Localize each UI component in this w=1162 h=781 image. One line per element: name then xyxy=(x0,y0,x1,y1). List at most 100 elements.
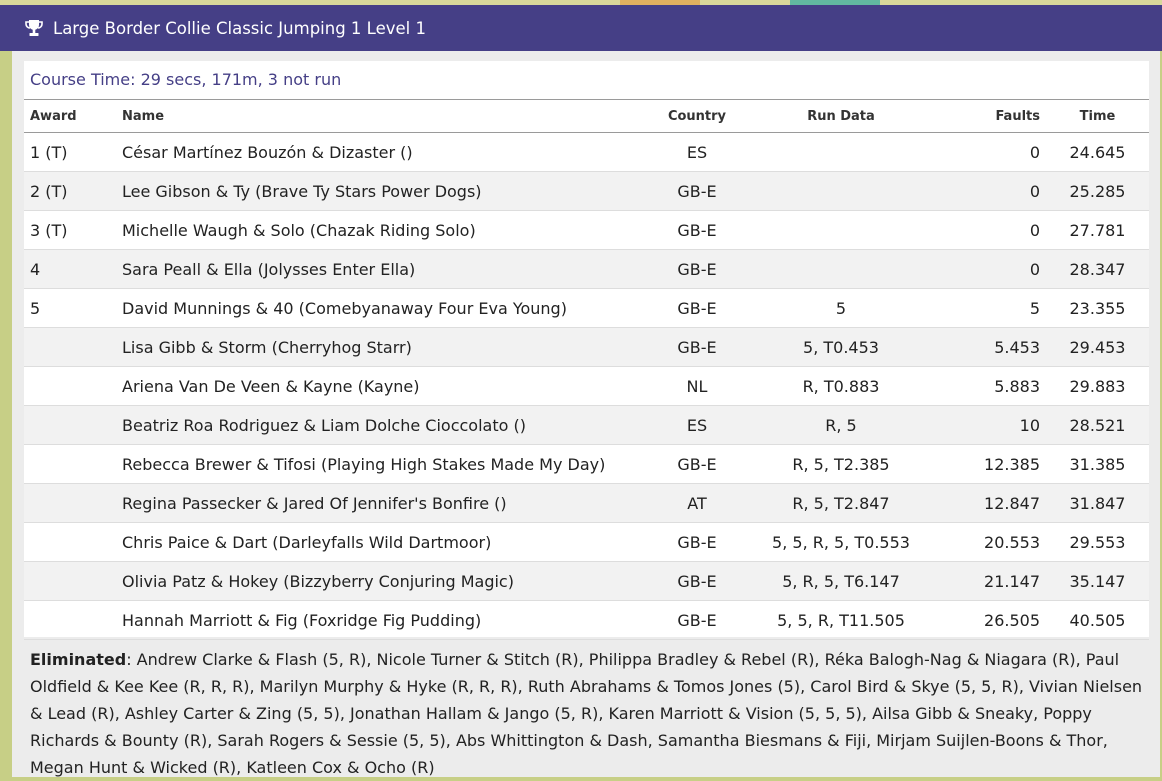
time-cell: 23.355 xyxy=(1046,288,1149,328)
time-cell: 40.505 xyxy=(1046,600,1149,640)
table-row: 5 David Munnings & 40 (Comebyanaway Four … xyxy=(24,288,1149,328)
run-data-cell: 5 xyxy=(748,288,934,328)
country-cell: AT xyxy=(646,483,748,523)
name-cell: Hannah Marriott & Fig (Foxridge Fig Pudd… xyxy=(116,600,646,640)
run-data-cell xyxy=(748,210,934,250)
name-cell: David Munnings & 40 (Comebyanaway Four E… xyxy=(116,288,646,328)
name-cell: Ariena Van De Veen & Kayne (Kayne) xyxy=(116,366,646,406)
column-header-time[interactable]: Time xyxy=(1046,99,1149,133)
time-cell: 31.847 xyxy=(1046,483,1149,523)
table-row: 4 Sara Peall & Ella (Jolysses Enter Ella)… xyxy=(24,249,1149,289)
faults-cell: 0 xyxy=(934,210,1046,250)
faults-cell: 26.505 xyxy=(934,600,1046,640)
faults-cell: 0 xyxy=(934,132,1046,172)
country-cell: GB-E xyxy=(646,600,748,640)
faults-cell: 21.147 xyxy=(934,561,1046,601)
name-cell: Michelle Waugh & Solo (Chazak Riding Sol… xyxy=(116,210,646,250)
eliminated-text: : Andrew Clarke & Flash (5, R), Nicole T… xyxy=(30,650,1143,777)
column-header-faults[interactable]: Faults xyxy=(934,99,1046,133)
time-cell: 25.285 xyxy=(1046,171,1149,211)
name-cell: Lee Gibson & Ty (Brave Ty Stars Power Do… xyxy=(116,171,646,211)
run-data-cell: R, T0.883 xyxy=(748,366,934,406)
award-cell: 4 xyxy=(24,249,116,289)
faults-cell: 5 xyxy=(934,288,1046,328)
award-cell: 2 (T) xyxy=(24,171,116,211)
table-row: Regina Passecker & Jared Of Jennifer's B… xyxy=(24,483,1149,523)
name-cell: Beatriz Roa Rodriguez & Liam Dolche Cioc… xyxy=(116,405,646,445)
time-cell: 24.645 xyxy=(1046,132,1149,172)
class-header: Large Border Collie Classic Jumping 1 Le… xyxy=(0,5,1162,51)
country-cell: NL xyxy=(646,366,748,406)
results-card: Course Time: 29 secs, 171m, 3 not run Aw… xyxy=(24,61,1149,640)
faults-cell: 0 xyxy=(934,249,1046,289)
run-data-cell: 5, T0.453 xyxy=(748,327,934,367)
table-row: 3 (T) Michelle Waugh & Solo (Chazak Ridin… xyxy=(24,210,1149,250)
results-table: Award Name Country Run Data Faults Time … xyxy=(24,99,1149,640)
time-cell: 28.347 xyxy=(1046,249,1149,289)
name-cell: Rebecca Brewer & Tifosi (Playing High St… xyxy=(116,444,646,484)
eliminated-list: Eliminated: Andrew Clarke & Flash (5, R)… xyxy=(30,646,1150,781)
award-cell xyxy=(24,366,116,406)
table-row: Rebecca Brewer & Tifosi (Playing High St… xyxy=(24,444,1149,484)
faults-cell: 12.847 xyxy=(934,483,1046,523)
country-cell: GB-E xyxy=(646,444,748,484)
eliminated-label: Eliminated xyxy=(30,650,127,669)
name-cell: Sara Peall & Ella (Jolysses Enter Ella) xyxy=(116,249,646,289)
name-cell: César Martínez Bouzón & Dizaster () xyxy=(116,132,646,172)
run-data-cell xyxy=(748,249,934,289)
table-row: 2 (T) Lee Gibson & Ty (Brave Ty Stars Pow… xyxy=(24,171,1149,211)
run-data-cell xyxy=(748,132,934,172)
course-time: Course Time: 29 secs, 171m, 3 not run xyxy=(30,70,342,89)
column-header-run-data[interactable]: Run Data xyxy=(748,99,934,133)
time-cell: 29.553 xyxy=(1046,522,1149,562)
country-cell: GB-E xyxy=(646,171,748,211)
table-row: Beatriz Roa Rodriguez & Liam Dolche Cioc… xyxy=(24,405,1149,445)
country-cell: GB-E xyxy=(646,249,748,289)
award-cell xyxy=(24,483,116,523)
award-cell xyxy=(24,522,116,562)
faults-cell: 12.385 xyxy=(934,444,1046,484)
award-cell xyxy=(24,444,116,484)
time-cell: 29.883 xyxy=(1046,366,1149,406)
time-cell: 35.147 xyxy=(1046,561,1149,601)
table-row: Chris Paice & Dart (Darleyfalls Wild Dar… xyxy=(24,522,1149,562)
run-data-cell: R, 5, T2.847 xyxy=(748,483,934,523)
results-panel: Course Time: 29 secs, 171m, 3 not run Aw… xyxy=(12,51,1160,777)
time-cell: 29.453 xyxy=(1046,327,1149,367)
column-header-award[interactable]: Award xyxy=(24,99,116,133)
name-cell: Chris Paice & Dart (Darleyfalls Wild Dar… xyxy=(116,522,646,562)
faults-cell: 5.453 xyxy=(934,327,1046,367)
country-cell: GB-E xyxy=(646,522,748,562)
country-cell: GB-E xyxy=(646,288,748,328)
time-cell: 27.781 xyxy=(1046,210,1149,250)
table-row: 1 (T) César Martínez Bouzón & Dizaster ()… xyxy=(24,132,1149,172)
award-cell: 1 (T) xyxy=(24,132,116,172)
trophy-icon xyxy=(25,20,43,36)
country-cell: GB-E xyxy=(646,561,748,601)
column-header-name[interactable]: Name xyxy=(116,99,646,133)
time-cell: 28.521 xyxy=(1046,405,1149,445)
faults-cell: 20.553 xyxy=(934,522,1046,562)
country-cell: ES xyxy=(646,132,748,172)
award-cell xyxy=(24,600,116,640)
country-cell: ES xyxy=(646,405,748,445)
award-cell: 3 (T) xyxy=(24,210,116,250)
award-cell: 5 xyxy=(24,288,116,328)
country-cell: GB-E xyxy=(646,327,748,367)
run-data-cell: 5, 5, R, T11.505 xyxy=(748,600,934,640)
award-cell xyxy=(24,405,116,445)
table-row: Ariena Van De Veen & Kayne (Kayne) NL R, T… xyxy=(24,366,1149,406)
table-row: Lisa Gibb & Storm (Cherryhog Starr) GB-E 5… xyxy=(24,327,1149,367)
run-data-cell: R, 5 xyxy=(748,405,934,445)
award-cell xyxy=(24,327,116,367)
column-header-country[interactable]: Country xyxy=(646,99,748,133)
table-row: Hannah Marriott & Fig (Foxridge Fig Pudd… xyxy=(24,600,1149,640)
run-data-cell xyxy=(748,171,934,211)
time-cell: 31.385 xyxy=(1046,444,1149,484)
name-cell: Olivia Patz & Hokey (Bizzyberry Conjurin… xyxy=(116,561,646,601)
run-data-cell: 5, 5, R, 5, T0.553 xyxy=(748,522,934,562)
run-data-cell: 5, R, 5, T6.147 xyxy=(748,561,934,601)
run-data-cell: R, 5, T2.385 xyxy=(748,444,934,484)
name-cell: Lisa Gibb & Storm (Cherryhog Starr) xyxy=(116,327,646,367)
faults-cell: 5.883 xyxy=(934,366,1046,406)
